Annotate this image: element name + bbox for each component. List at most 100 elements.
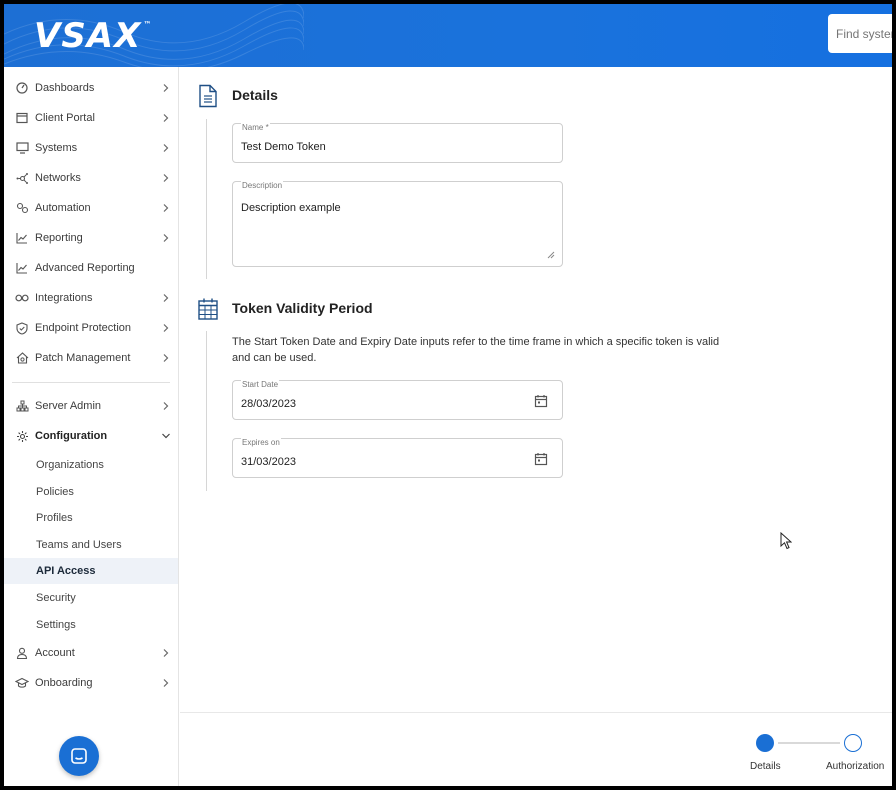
- chevron-right-icon: [163, 84, 169, 92]
- sidebar-item-onboarding[interactable]: Onboarding: [4, 668, 179, 698]
- step-details-label: Details: [750, 761, 781, 772]
- line-chart-icon: [15, 261, 29, 275]
- sidebar-item-label: Systems: [35, 142, 78, 154]
- sidebar-item-server-admin[interactable]: Server Admin: [4, 391, 179, 421]
- name-field-value: Test Demo Token: [241, 141, 326, 153]
- description-field-label: Description: [241, 181, 284, 190]
- name-field[interactable]: Name * Test Demo Token: [232, 123, 563, 163]
- sidebar-item-label: Endpoint Protection: [35, 322, 132, 334]
- vsax-logo[interactable]: VSAX ™: [34, 16, 153, 56]
- hierarchy-icon: [15, 399, 29, 413]
- chevron-right-icon: [163, 144, 169, 152]
- expires-on-label: Expires on: [241, 438, 281, 447]
- gears-icon: [15, 201, 29, 215]
- start-date-label: Start Date: [241, 380, 280, 389]
- gear-icon: [15, 429, 29, 443]
- calendar-icon[interactable]: [534, 394, 548, 408]
- start-date-field[interactable]: Start Date 28/03/2023: [232, 380, 563, 420]
- sidebar-item-label: Onboarding: [35, 677, 93, 689]
- expires-on-value: 31/03/2023: [241, 456, 297, 468]
- chevron-right-icon: [163, 234, 169, 242]
- sidebar-item-label: Advanced Reporting: [35, 262, 135, 274]
- logo-trademark: ™: [143, 20, 153, 29]
- sidebar-item-integrations[interactable]: Integrations: [4, 283, 179, 313]
- chat-launcher-button[interactable]: [59, 736, 99, 776]
- step-details-indicator[interactable]: [756, 734, 774, 752]
- line-chart-icon: [15, 231, 29, 245]
- sidebar-item-client-portal[interactable]: Client Portal: [4, 103, 179, 133]
- mouse-cursor-icon: [780, 532, 792, 550]
- sidebar-subitem-security[interactable]: Security: [4, 585, 178, 611]
- sidebar-subitem-label: Settings: [36, 619, 76, 631]
- sidebar-subitem-policies[interactable]: Policies: [4, 479, 178, 505]
- chevron-right-icon: [163, 114, 169, 122]
- sidebar-subitem-label: Security: [36, 592, 76, 604]
- sidebar-item-networks[interactable]: Networks: [4, 163, 179, 193]
- infinity-icon: [15, 291, 29, 305]
- graduation-cap-icon: [15, 676, 29, 690]
- sidebar-item-systems[interactable]: Systems: [4, 133, 179, 163]
- home-gear-icon: [15, 351, 29, 365]
- validity-helper-text: The Start Token Date and Expiry Date inp…: [232, 336, 720, 364]
- sidebar-subitem-settings[interactable]: Settings: [4, 612, 178, 638]
- resize-handle-icon[interactable]: [547, 251, 555, 259]
- sidebar-item-account[interactable]: Account: [4, 638, 179, 668]
- sidebar-divider: [12, 382, 170, 383]
- chevron-right-icon: [163, 679, 169, 687]
- name-field-label: Name *: [241, 123, 270, 132]
- stepper-connector: [778, 742, 840, 744]
- chevron-right-icon: [163, 402, 169, 410]
- chevron-right-icon: [163, 649, 169, 657]
- sidebar-item-advanced-reporting[interactable]: Advanced Reporting: [4, 253, 179, 283]
- start-date-value: 28/03/2023: [241, 398, 297, 410]
- sidebar-item-label: Patch Management: [35, 352, 131, 364]
- sidebar-item-configuration[interactable]: Configuration: [4, 421, 179, 451]
- sidebar-item-label: Server Admin: [35, 400, 102, 412]
- expires-on-field[interactable]: Expires on 31/03/2023: [232, 438, 563, 478]
- sidebar-subitem-profiles[interactable]: Profiles: [4, 505, 178, 531]
- sidebar-subitem-organizations[interactable]: Organizations: [4, 452, 178, 478]
- calendar-icon[interactable]: [534, 452, 548, 466]
- sidebar-subitem-teams-and-users[interactable]: Teams and Users: [4, 532, 178, 558]
- sidebar-item-reporting[interactable]: Reporting: [4, 223, 179, 253]
- chevron-right-icon: [163, 354, 169, 362]
- sidebar-subitem-label: Organizations: [36, 459, 104, 471]
- wizard-footer: Details Authorization: [180, 712, 892, 786]
- top-header: VSAX ™: [4, 4, 892, 67]
- validity-section-title: Token Validity Period: [232, 300, 373, 316]
- search-input[interactable]: [828, 14, 892, 53]
- sidebar-subitem-label: Policies: [36, 486, 74, 498]
- description-field[interactable]: Description Description example: [232, 181, 563, 267]
- description-field-value: Description example: [241, 202, 341, 214]
- sidebar-item-dashboards[interactable]: Dashboards: [4, 73, 179, 103]
- sidebar-item-label: Automation: [35, 202, 91, 214]
- sidebar-item-label: Integrations: [35, 292, 93, 304]
- sidebar-item-label: Configuration: [35, 430, 108, 442]
- chat-icon: [71, 748, 87, 764]
- user-icon: [15, 646, 29, 660]
- chevron-right-icon: [163, 174, 169, 182]
- sidebar-item-label: Account: [35, 647, 75, 659]
- step-authorization-indicator[interactable]: [844, 734, 862, 752]
- sidebar-item-label: Client Portal: [35, 112, 95, 124]
- chevron-down-icon: [162, 433, 170, 439]
- document-icon: [199, 84, 217, 108]
- dashboard-gauge-icon: [15, 81, 29, 95]
- sidebar-subitem-api-access[interactable]: API Access: [4, 558, 178, 584]
- network-icon: [15, 171, 29, 185]
- sidebar-subitem-label: Profiles: [36, 512, 73, 524]
- sidebar-item-endpoint-protection[interactable]: Endpoint Protection: [4, 313, 179, 343]
- chevron-right-icon: [163, 294, 169, 302]
- section-connector-line: [206, 331, 207, 491]
- details-section-title: Details: [232, 87, 278, 103]
- step-authorization-label: Authorization: [826, 761, 885, 772]
- calendar-grid-icon: [198, 298, 218, 320]
- window-icon: [15, 111, 29, 125]
- logo-text: VSAX: [34, 16, 142, 56]
- chevron-right-icon: [163, 204, 169, 212]
- sidebar-item-automation[interactable]: Automation: [4, 193, 179, 223]
- sidebar-item-patch-management[interactable]: Patch Management: [4, 343, 179, 373]
- monitor-icon: [15, 141, 29, 155]
- sidebar: Dashboards Client Portal Systems Network…: [4, 67, 179, 786]
- sidebar-item-label: Reporting: [35, 232, 83, 244]
